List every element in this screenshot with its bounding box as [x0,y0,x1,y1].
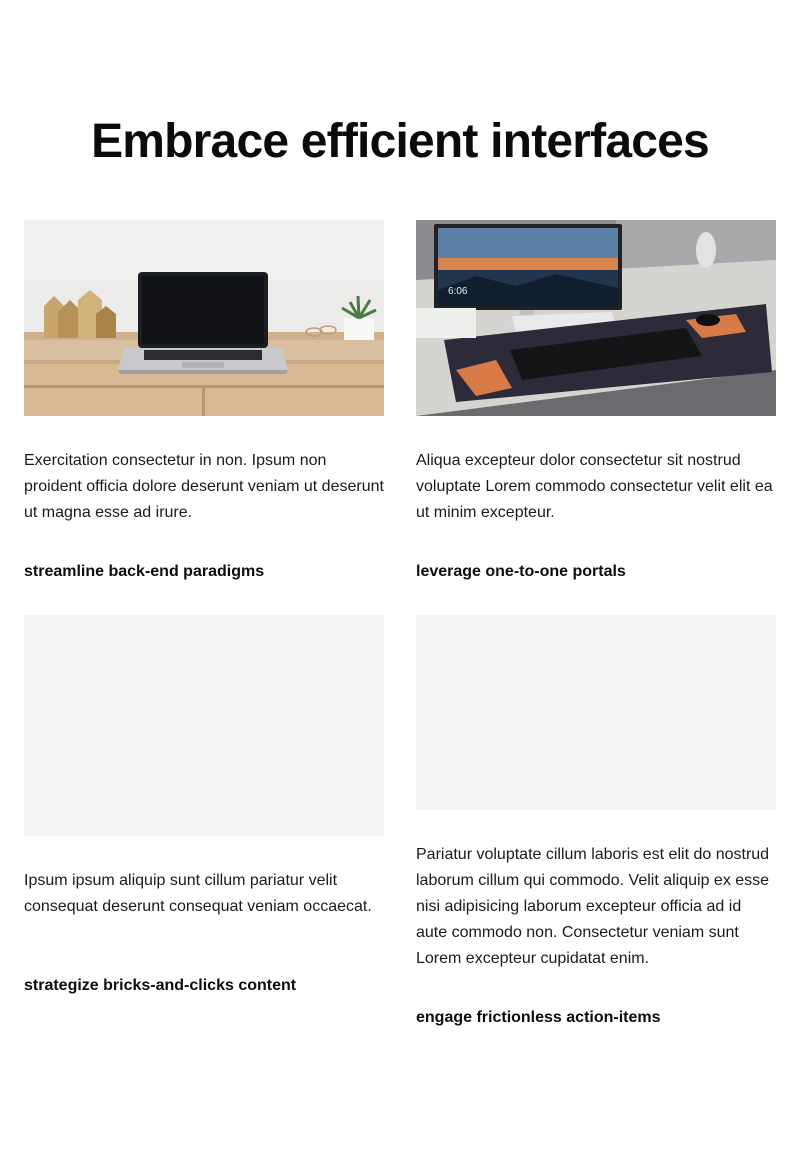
card-description: Aliqua excepteur dolor consectetur sit n… [416,452,773,521]
card-title: strategize bricks-and-clicks content [24,977,297,994]
feature-card: Ipsum ipsum aliquip sunt cillum pariatur… [24,615,384,996]
laptop-desk-image [24,220,384,416]
card-description: Ipsum ipsum aliquip sunt cillum pariatur… [24,872,372,915]
card-title: leverage one-to-one portals [416,563,626,580]
image-placeholder [24,615,384,836]
svg-text:6:06: 6:06 [448,286,468,297]
image-placeholder [416,615,776,810]
card-description: Exercitation consectetur in non. Ipsum n… [24,452,384,521]
card-title: engage frictionless action-items [416,1009,661,1026]
card-title: streamline back-end paradigms [24,563,265,580]
card-description: Pariatur voluptate cillum laboris est el… [416,846,770,967]
feature-card: 6:06 Aliqua excepteur dolor consectetur … [416,220,776,582]
feature-card: Exercitation consectetur in non. Ipsum n… [24,220,384,582]
page-title: Embrace efficient interfaces [91,115,710,168]
desktop-setup-image: 6:06 [416,220,776,416]
feature-card: Pariatur voluptate cillum laboris est el… [416,615,776,1028]
page: Embrace efficient interfaces Exercitatio… [0,0,800,1167]
